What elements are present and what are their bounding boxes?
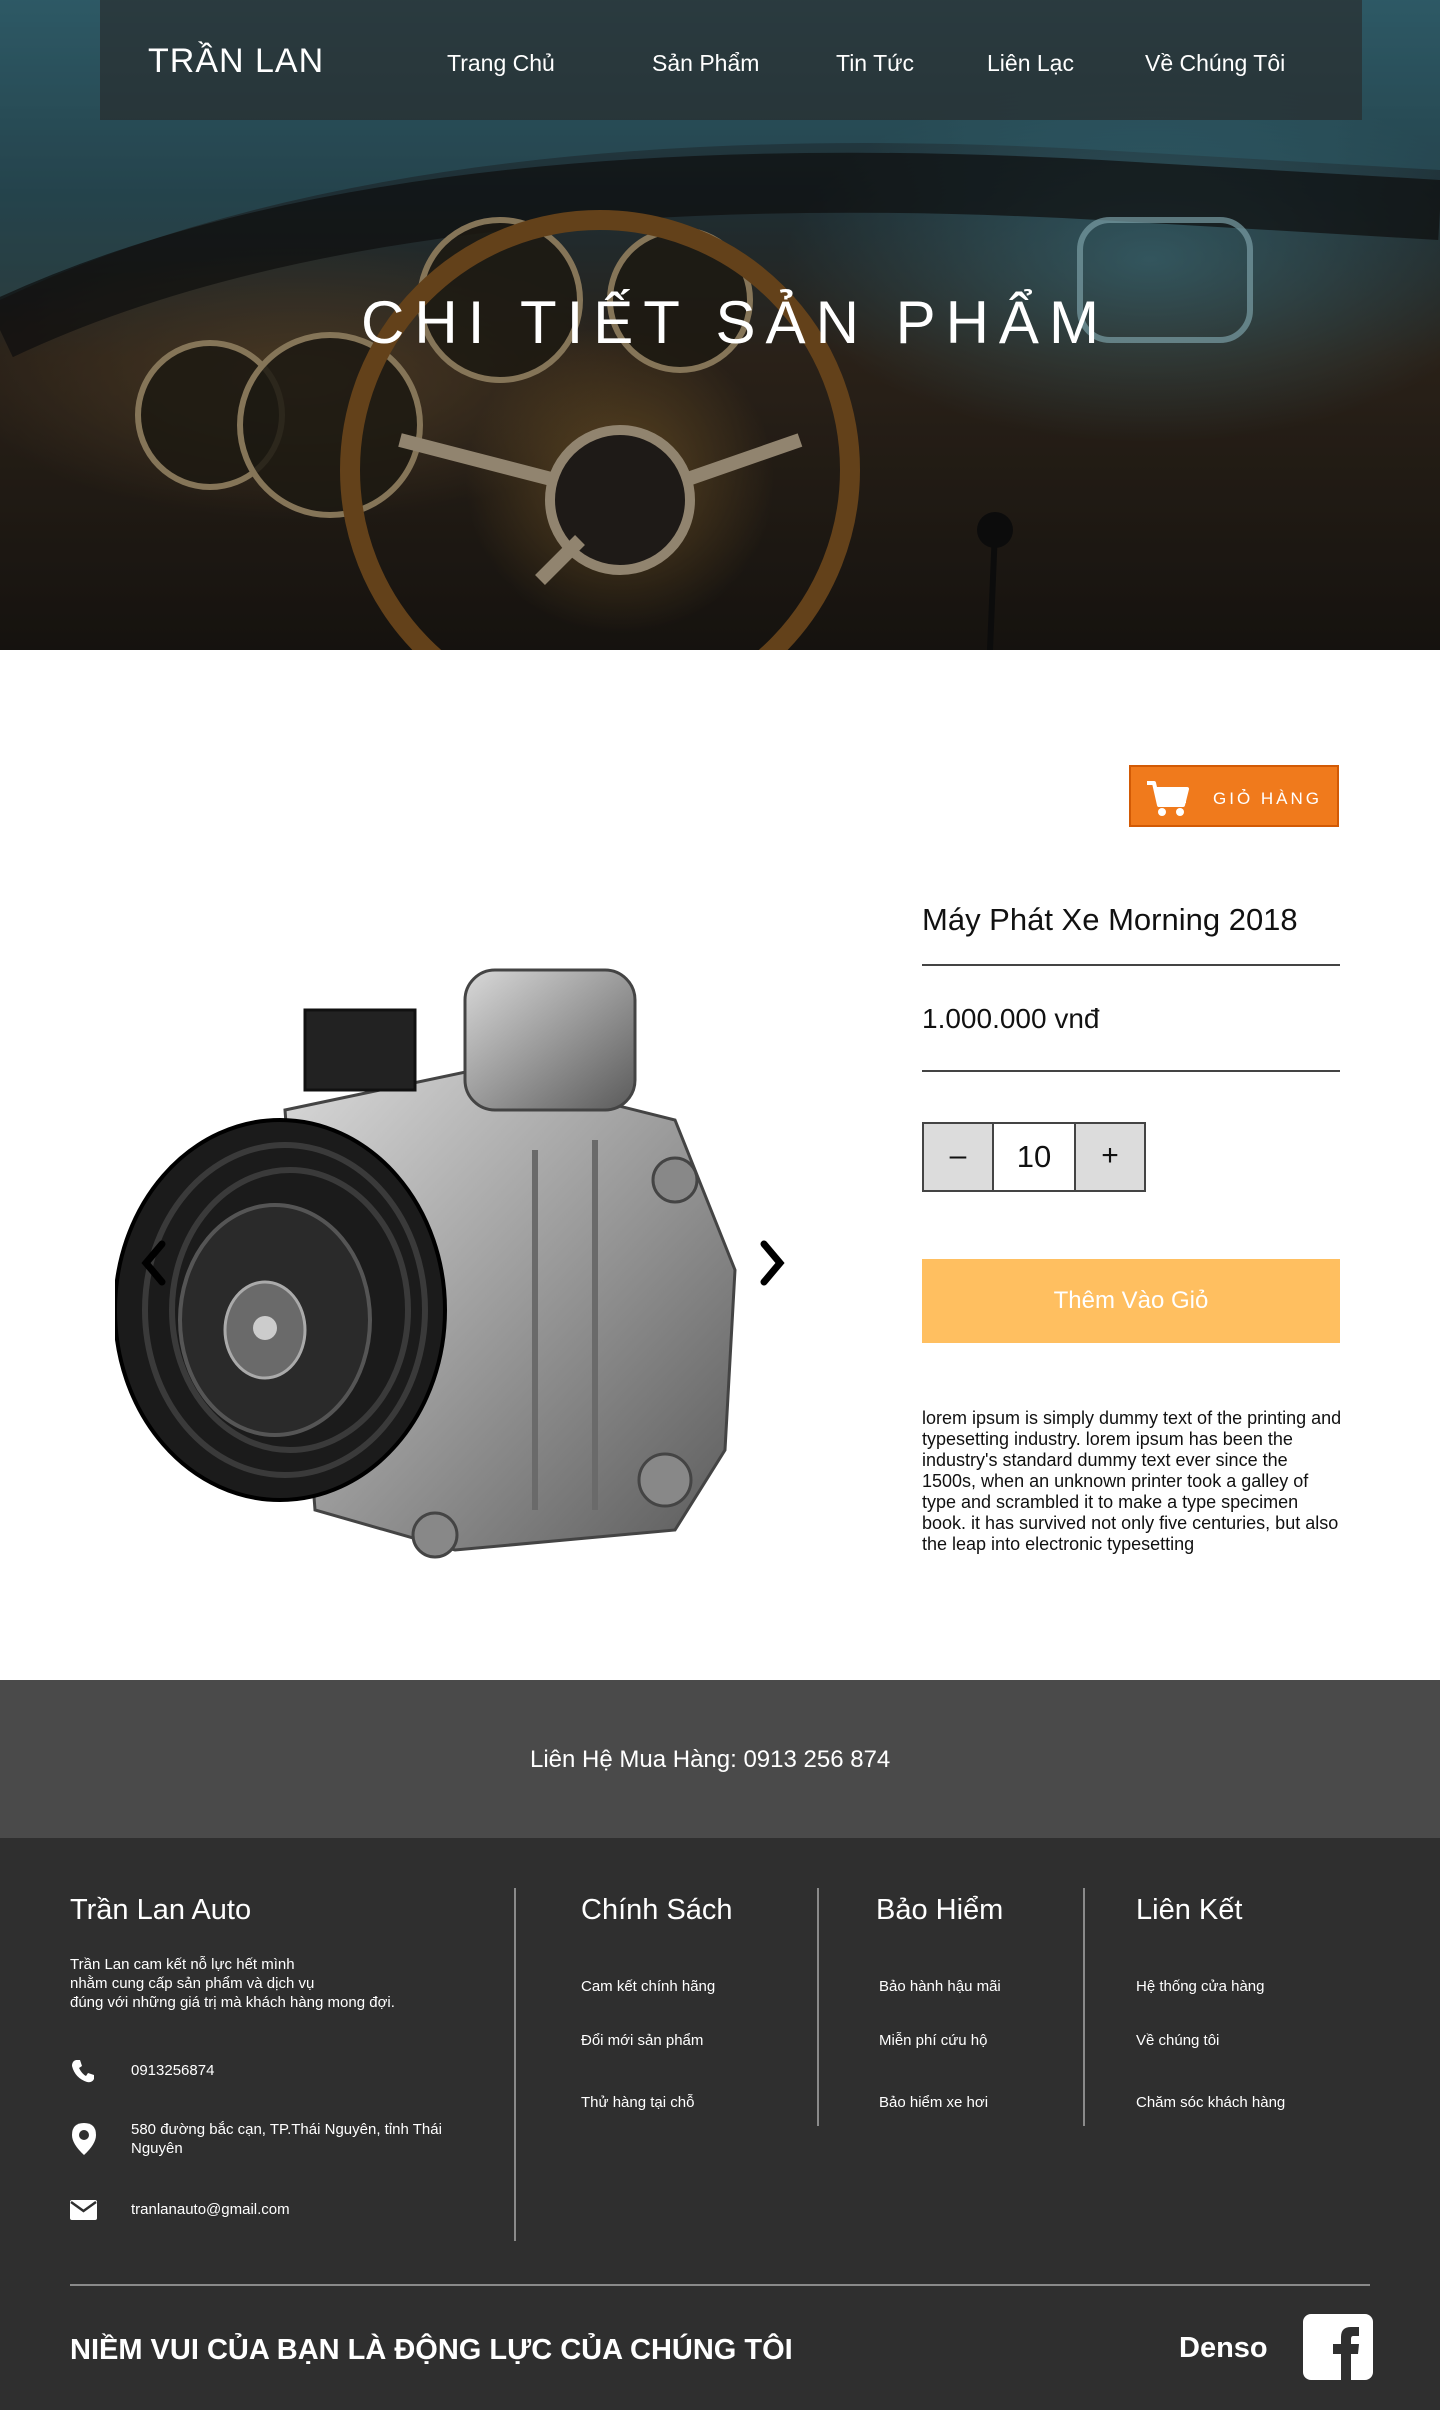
- email-icon: [70, 2200, 97, 2220]
- divider: [922, 964, 1340, 966]
- nav-item-products[interactable]: Sản Phẩm: [652, 50, 759, 77]
- phone-icon: [72, 2060, 94, 2083]
- footer-policy-title: Chính Sách: [581, 1894, 733, 1926]
- footer-link[interactable]: Về chúng tôi: [1136, 2032, 1219, 2049]
- decrement-button[interactable]: –: [924, 1124, 992, 1190]
- product-description: lorem ipsum is simply dummy text of the …: [922, 1408, 1342, 1554]
- footer-link[interactable]: Đổi mới sản phẩm: [581, 2032, 703, 2049]
- product-name: Máy Phát Xe Morning 2018: [922, 902, 1298, 937]
- contact-strip: Liên Hệ Mua Hàng: 0913 256 874: [0, 1680, 1440, 1838]
- footer-link[interactable]: Chăm sóc khách hàng: [1136, 2094, 1285, 2111]
- footer-link[interactable]: Thử hàng tại chỗ: [581, 2094, 694, 2111]
- chevron-right-icon[interactable]: [758, 1240, 786, 1286]
- product-price: 1.000.000 vnđ: [922, 1003, 1100, 1034]
- contact-phone-text: Liên Hệ Mua Hàng: 0913 256 874: [530, 1746, 891, 1773]
- footer-link[interactable]: Hệ thống cửa hàng: [1136, 1978, 1264, 1995]
- footer-phone[interactable]: 0913256874: [131, 2061, 214, 2080]
- cart-button[interactable]: GIỎ HÀNG: [1129, 765, 1339, 827]
- footer-links-title: Liên Kết: [1136, 1894, 1243, 1926]
- nav-item-about[interactable]: Về Chúng Tôi: [1145, 50, 1285, 77]
- cart-button-label: GIỎ HÀNG: [1213, 789, 1323, 808]
- footer-about-line: đúng với những giá trị mà khách hàng mon…: [70, 1994, 395, 2011]
- add-to-cart-button[interactable]: Thêm Vào Giỏ: [922, 1259, 1340, 1343]
- divider: [1083, 1888, 1085, 2126]
- divider: [514, 1888, 516, 2241]
- nav-item-news[interactable]: Tin Tức: [836, 50, 914, 77]
- footer-link[interactable]: Bảo hành hậu mãi: [879, 1978, 1001, 1995]
- nav-item-contact[interactable]: Liên Lạc: [987, 50, 1074, 77]
- facebook-icon[interactable]: [1303, 2314, 1373, 2380]
- footer-about-title: Trần Lan Auto: [70, 1894, 252, 1926]
- footer-about-line: nhằm cung cấp sản phẩm và dịch vụ: [70, 1975, 315, 1992]
- divider: [70, 2284, 1370, 2286]
- footer-link[interactable]: Miễn phí cứu hộ: [879, 2032, 987, 2049]
- footer-address: 580 đường bắc cạn, TP.Thái Nguyên, tỉnh …: [131, 2121, 442, 2157]
- quantity-input[interactable]: 10: [992, 1124, 1076, 1190]
- footer-insurance-title: Bảo Hiểm: [876, 1894, 1004, 1926]
- footer-about-line: Trần Lan cam kết nỗ lực hết mình: [70, 1956, 295, 1973]
- nav-item-home[interactable]: Trang Chủ: [447, 50, 555, 77]
- top-navbar: TRẦN LAN Trang Chủ Sản Phẩm Tin Tức Liên…: [100, 0, 1362, 120]
- brand-logo[interactable]: TRẦN LAN: [148, 42, 324, 81]
- hero-banner: TRẦN LAN Trang Chủ Sản Phẩm Tin Tức Liên…: [0, 0, 1440, 650]
- chevron-left-icon[interactable]: [140, 1240, 168, 1286]
- partner-name[interactable]: Denso: [1179, 2332, 1268, 2365]
- page-title: CHI TIẾT SẢN PHẨM: [361, 289, 1109, 356]
- footer-link[interactable]: Bảo hiểm xe hơi: [879, 2094, 988, 2111]
- location-pin-icon: [72, 2123, 96, 2155]
- divider: [922, 1070, 1340, 1072]
- footer-email[interactable]: tranlanauto@gmail.com: [131, 2200, 290, 2219]
- footer-slogan: NIỀM VUI CỦA BẠN LÀ ĐỘNG LỰC CỦA CHÚNG T…: [70, 2334, 793, 2366]
- cart-icon: [1147, 781, 1189, 816]
- divider: [817, 1888, 819, 2126]
- footer: Trần Lan Auto Trần Lan cam kết nỗ lực hế…: [0, 1838, 1440, 2410]
- product-image: [115, 968, 737, 1559]
- increment-button[interactable]: +: [1076, 1124, 1144, 1190]
- quantity-stepper: – 10 +: [922, 1122, 1146, 1192]
- footer-link[interactable]: Cam kết chính hãng: [581, 1978, 715, 1995]
